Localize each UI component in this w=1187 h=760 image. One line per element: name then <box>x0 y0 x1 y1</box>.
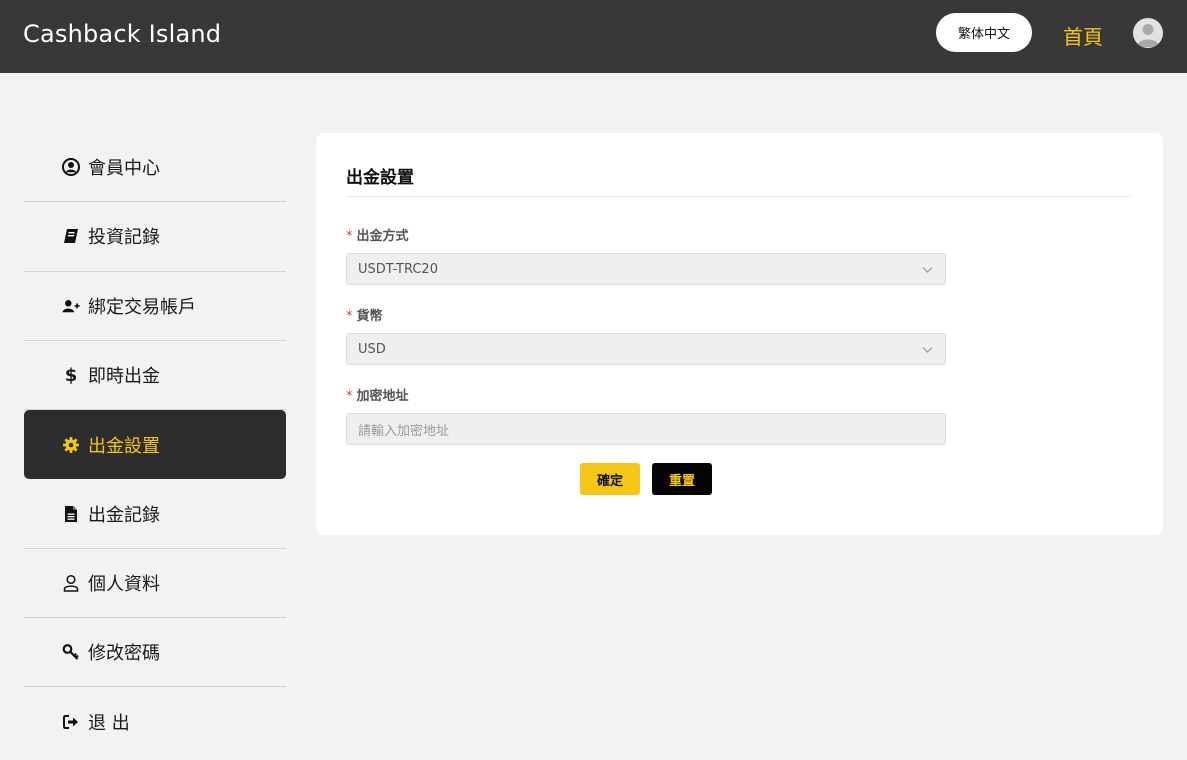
page-title: 出金設置 <box>346 168 414 188</box>
withdrawal-method-label-text: 出金方式 <box>356 229 409 244</box>
top-navbar: Cashback Island 繁体中文 首頁 <box>0 0 1187 73</box>
title-divider <box>346 196 1132 197</box>
currency-label: * 貨幣 <box>346 305 383 324</box>
sidebar-item-withdrawal-records[interactable]: 出金記錄 <box>24 479 286 549</box>
sidebar-item-label: 出金設置 <box>88 435 160 457</box>
user-outline-icon <box>62 574 80 592</box>
book-icon <box>62 227 80 245</box>
currency-label-text: 貨幣 <box>356 309 383 324</box>
dollar-icon: $ <box>64 364 78 386</box>
crypto-address-label: * 加密地址 <box>346 385 409 404</box>
sidebar-item-change-password[interactable]: 修改密碼 <box>24 618 286 688</box>
sidebar-item-label: 出金記錄 <box>88 504 160 526</box>
required-mark: * <box>346 229 353 244</box>
sidebar-item-bind-account[interactable]: 綁定交易帳戶 <box>24 272 286 341</box>
required-mark: * <box>346 309 353 324</box>
sidebar-item-investment-records[interactable]: 投資記錄 <box>24 202 286 272</box>
chevron-down-icon <box>922 267 933 273</box>
sidebar-item-logout[interactable]: 退 出 <box>24 687 286 756</box>
user-circle-icon <box>62 158 80 177</box>
sign-out-icon <box>62 713 80 731</box>
file-icon <box>62 505 80 523</box>
gear-icon <box>62 436 80 454</box>
sidebar-item-withdrawal-settings[interactable]: 出金設置 <box>24 410 286 480</box>
sidebar-item-label: 投資記錄 <box>88 227 160 249</box>
sidebar-item-label: 個人資料 <box>88 573 160 595</box>
confirm-button[interactable]: 確定 <box>580 463 640 495</box>
sidebar-item-member-center[interactable]: 會員中心 <box>24 133 286 203</box>
reset-button[interactable]: 重置 <box>652 463 712 495</box>
sidebar-item-label: 即時出金 <box>88 366 160 388</box>
sidebar-item-label: 修改密碼 <box>88 643 160 665</box>
language-switch-button[interactable]: 繁体中文 <box>936 13 1032 52</box>
home-link[interactable]: 首頁 <box>1063 21 1103 50</box>
withdrawal-method-select[interactable]: USDT-TRC20 <box>346 253 946 285</box>
withdrawal-settings-panel: 出金設置 * 出金方式 USDT-TRC20 * 貨幣 USD * 加密地址 請輸入加… <box>316 133 1163 535</box>
user-avatar-icon[interactable] <box>1133 18 1163 48</box>
crypto-address-placeholder: 請輸入加密地址 <box>358 423 450 439</box>
sidebar-item-label: 綁定交易帳戶 <box>88 296 196 318</box>
key-icon <box>62 643 80 661</box>
sidebar-item-personal-info[interactable]: 個人資料 <box>24 549 286 619</box>
withdrawal-method-label: * 出金方式 <box>346 225 409 244</box>
brand-logo[interactable]: Cashback Island <box>23 20 221 48</box>
withdrawal-method-value: USDT-TRC20 <box>358 261 438 277</box>
currency-select[interactable]: USD <box>346 333 946 365</box>
sidebar-menu: 會員中心 投資記錄 綁定交易帳戶 $ 即時出金 出金設置 出金記錄 個人資料 修… <box>24 133 286 757</box>
currency-value: USD <box>358 341 386 357</box>
sidebar-item-label: 退 出 <box>88 713 130 735</box>
crypto-address-input[interactable]: 請輸入加密地址 <box>346 413 946 445</box>
required-mark: * <box>346 389 353 404</box>
sidebar-item-instant-withdrawal[interactable]: $ 即時出金 <box>24 341 286 411</box>
crypto-address-label-text: 加密地址 <box>356 389 409 404</box>
user-plus-icon <box>62 297 80 315</box>
chevron-down-icon <box>922 347 933 353</box>
sidebar-item-label: 會員中心 <box>88 158 160 180</box>
